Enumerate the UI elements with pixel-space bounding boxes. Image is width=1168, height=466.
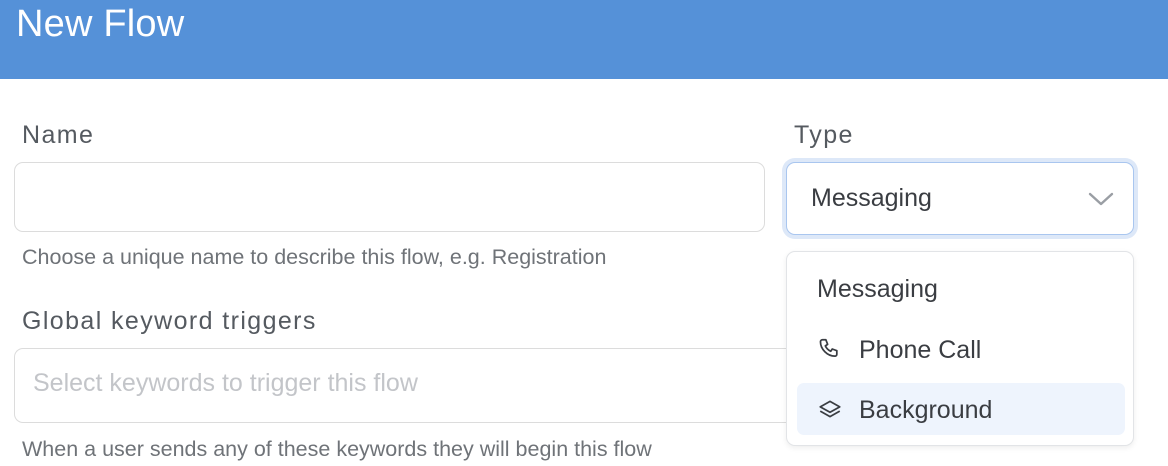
keywords-label: Global keyword triggers xyxy=(22,307,317,335)
name-help-text: Choose a unique name to describe this fl… xyxy=(22,245,607,269)
type-select[interactable]: Messaging xyxy=(786,162,1134,235)
keywords-help-text: When a user sends any of these keywords … xyxy=(22,437,652,461)
type-select-value: Messaging xyxy=(811,184,932,212)
chevron-down-icon xyxy=(1088,192,1114,206)
type-dropdown-menu: Messaging Phone Call Background xyxy=(786,251,1134,446)
phone-icon xyxy=(819,338,838,358)
page-title: New Flow xyxy=(16,3,185,45)
type-option-phone-call[interactable]: Phone Call xyxy=(797,323,1125,375)
type-option-label: Phone Call xyxy=(859,336,982,364)
header-bar: New Flow xyxy=(0,0,1168,79)
name-input[interactable] xyxy=(14,162,765,232)
type-option-label: Messaging xyxy=(817,275,938,303)
layers-icon xyxy=(819,400,841,418)
type-label: Type xyxy=(794,121,854,149)
type-option-label: Background xyxy=(859,396,993,424)
keywords-input[interactable]: Select keywords to trigger this flow xyxy=(14,348,814,423)
type-option-background[interactable]: Background xyxy=(797,383,1125,435)
name-label: Name xyxy=(22,121,95,149)
keywords-placeholder: Select keywords to trigger this flow xyxy=(33,369,418,397)
type-option-messaging[interactable]: Messaging xyxy=(797,262,1125,314)
